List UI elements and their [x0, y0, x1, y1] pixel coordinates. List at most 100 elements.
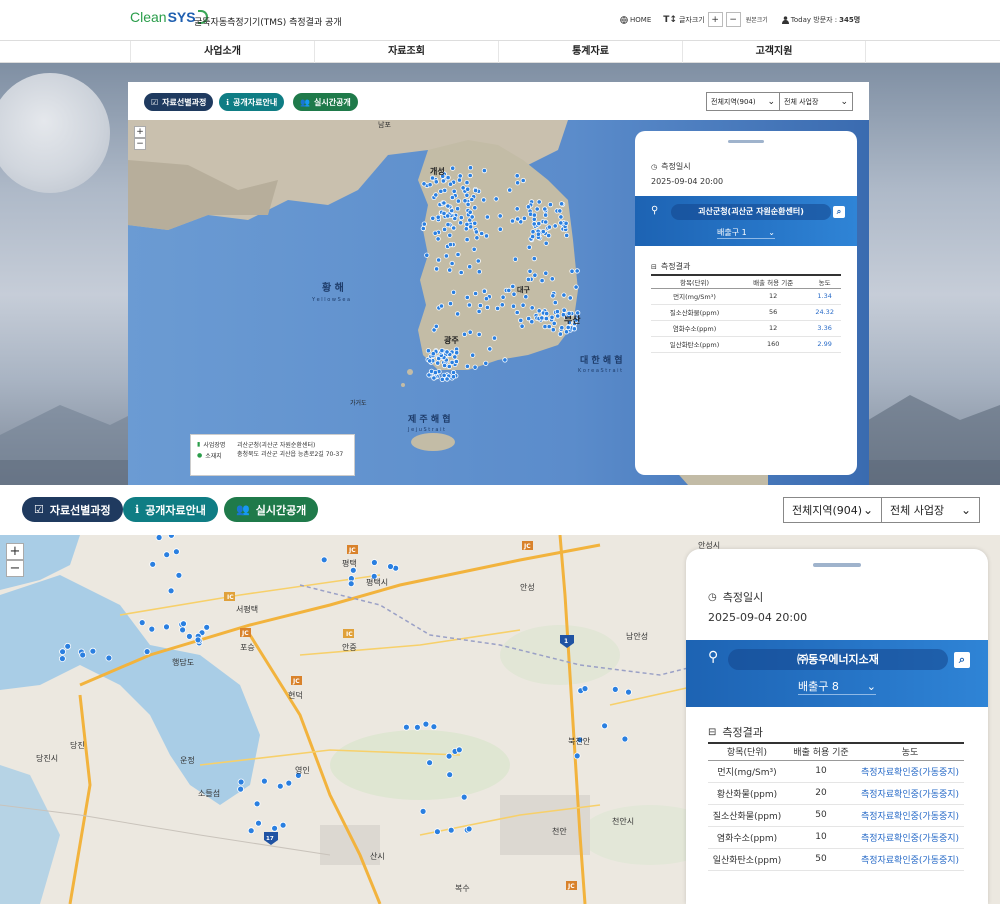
facility-marker[interactable] — [527, 268, 533, 274]
facility-marker[interactable] — [487, 346, 493, 352]
select-process-button[interactable]: ☑ 자료선별과정 — [22, 497, 123, 522]
facility-marker[interactable] — [149, 560, 157, 568]
facility-marker[interactable] — [569, 268, 575, 274]
region-select[interactable]: 전체지역(904) ⌄ — [783, 497, 882, 523]
facility-marker[interactable] — [542, 212, 549, 218]
facility-marker[interactable] — [449, 194, 455, 201]
facility-marker[interactable] — [422, 720, 430, 728]
mini-site-select[interactable]: 전체 사업장 ⌄ — [779, 92, 853, 111]
facility-marker[interactable] — [441, 372, 447, 378]
facility-marker[interactable] — [476, 308, 482, 314]
facility-marker[interactable] — [143, 648, 151, 655]
facility-marker[interactable] — [454, 311, 461, 317]
facility-marker[interactable] — [484, 304, 490, 310]
facility-marker[interactable] — [475, 258, 481, 264]
mini-select-process-button[interactable]: ☑ 자료선별과정 — [144, 93, 214, 111]
facility-marker[interactable] — [435, 257, 442, 263]
facility-marker[interactable] — [271, 824, 279, 832]
mini-region-select[interactable]: 전체지역(904) ⌄ — [706, 92, 780, 111]
facility-marker[interactable] — [430, 723, 438, 731]
facility-marker[interactable] — [467, 172, 473, 179]
facility-marker[interactable] — [465, 825, 473, 833]
facility-marker[interactable] — [447, 242, 454, 248]
facility-marker[interactable] — [427, 182, 433, 188]
facility-marker[interactable] — [520, 177, 526, 184]
zoom-in-button[interactable]: + — [6, 543, 24, 560]
facility-marker[interactable] — [557, 331, 563, 337]
facility-marker[interactable] — [432, 370, 438, 376]
facility-marker[interactable] — [451, 225, 457, 231]
facility-marker[interactable] — [481, 167, 487, 174]
facility-marker[interactable] — [447, 232, 453, 238]
facility-marker[interactable] — [499, 302, 505, 308]
facility-marker[interactable] — [370, 559, 378, 566]
facility-marker[interactable] — [163, 551, 171, 559]
public-guide-button[interactable]: ℹ 공개자료안내 — [123, 497, 218, 522]
facility-marker[interactable] — [194, 636, 202, 644]
facility-marker[interactable] — [455, 746, 463, 754]
facility-marker[interactable] — [558, 220, 564, 226]
facility-marker[interactable] — [552, 223, 558, 229]
facility-marker[interactable] — [449, 359, 455, 365]
facility-marker[interactable] — [509, 218, 516, 224]
facility-marker[interactable] — [445, 213, 451, 219]
facility-marker[interactable] — [518, 317, 524, 323]
mini-zoom-in-button[interactable]: + — [134, 126, 146, 138]
facility-marker[interactable] — [163, 623, 170, 631]
facility-marker[interactable] — [285, 779, 293, 787]
facility-marker[interactable] — [432, 230, 438, 236]
facility-marker[interactable] — [546, 224, 552, 230]
facility-marker[interactable] — [237, 785, 245, 793]
facility-marker[interactable] — [510, 283, 516, 289]
facility-marker[interactable] — [454, 206, 461, 212]
facility-marker[interactable] — [413, 723, 421, 731]
facility-marker[interactable] — [419, 807, 427, 815]
facility-marker[interactable] — [453, 358, 459, 365]
font-original-button[interactable]: 원본크기 — [746, 15, 768, 24]
facility-marker[interactable] — [554, 309, 560, 315]
facility-marker[interactable] — [500, 294, 506, 300]
facility-marker[interactable] — [441, 226, 448, 233]
facility-marker[interactable] — [473, 229, 479, 235]
facility-marker[interactable] — [450, 369, 457, 376]
facility-marker[interactable] — [481, 288, 487, 294]
facility-marker[interactable] — [430, 215, 436, 221]
facility-marker[interactable] — [529, 319, 535, 325]
facility-marker[interactable] — [469, 214, 475, 220]
facility-marker[interactable] — [454, 350, 460, 356]
facility-marker[interactable] — [561, 292, 567, 298]
facility-marker[interactable] — [424, 252, 430, 258]
facility-marker[interactable] — [552, 300, 558, 306]
facility-marker[interactable] — [546, 324, 552, 330]
facility-marker[interactable] — [512, 256, 518, 262]
facility-marker[interactable] — [430, 351, 436, 357]
facility-marker[interactable] — [467, 209, 473, 215]
facility-marker[interactable] — [511, 291, 517, 297]
home-link[interactable]: HOME — [620, 16, 651, 24]
facility-marker[interactable] — [431, 375, 437, 381]
facility-marker[interactable] — [441, 362, 448, 369]
facility-marker[interactable] — [443, 253, 449, 259]
facility-marker[interactable] — [464, 294, 470, 300]
facility-marker[interactable] — [237, 778, 245, 786]
facility-marker[interactable] — [519, 323, 525, 329]
facility-marker[interactable] — [429, 175, 436, 181]
facility-marker[interactable] — [476, 331, 482, 337]
facility-marker[interactable] — [531, 212, 537, 218]
facility-marker[interactable] — [440, 178, 446, 184]
facility-marker[interactable] — [402, 723, 410, 731]
facility-marker[interactable] — [571, 326, 577, 332]
facility-marker[interactable] — [444, 349, 450, 355]
facility-marker[interactable] — [467, 329, 473, 335]
facility-marker[interactable] — [59, 655, 66, 662]
facility-marker[interactable] — [457, 173, 463, 179]
facility-marker[interactable] — [465, 186, 471, 192]
facility-marker[interactable] — [547, 202, 553, 208]
facility-marker[interactable] — [203, 623, 211, 631]
facility-marker[interactable] — [464, 363, 470, 369]
facility-marker[interactable] — [555, 313, 561, 319]
mini-realtime-button[interactable]: 👥 실시간공개 — [293, 93, 358, 111]
facility-marker[interactable] — [446, 771, 454, 779]
facility-marker[interactable] — [347, 580, 355, 588]
facility-marker[interactable] — [611, 685, 619, 693]
